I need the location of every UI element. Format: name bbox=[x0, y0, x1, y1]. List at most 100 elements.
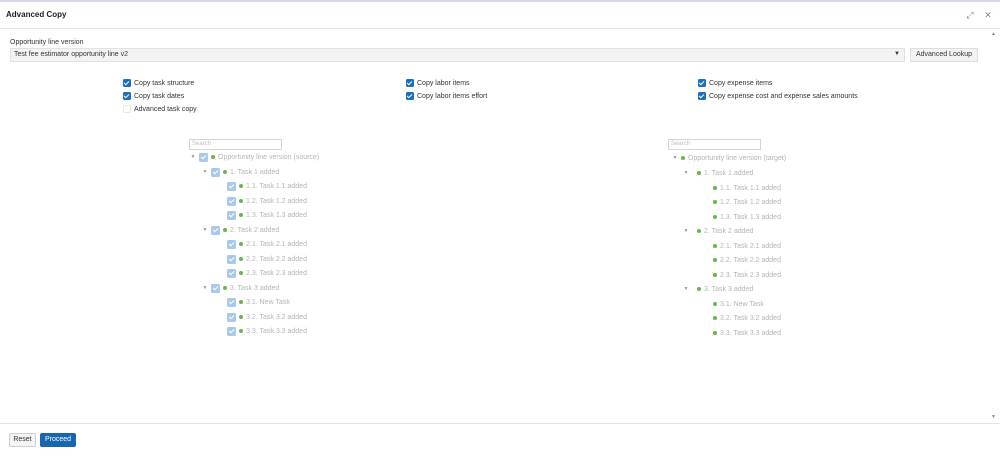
tree-checkbox[interactable] bbox=[211, 283, 220, 293]
source-search-input[interactable]: Search bbox=[189, 139, 282, 150]
scrollbar[interactable]: ▲ ▼ bbox=[989, 30, 998, 422]
status-dot-icon bbox=[713, 200, 717, 204]
caret-down-icon[interactable]: ▼ bbox=[894, 51, 900, 57]
status-dot-icon bbox=[211, 155, 215, 159]
status-dot-icon bbox=[239, 257, 243, 261]
tree-checkbox[interactable] bbox=[199, 152, 208, 162]
tree-checkbox[interactable] bbox=[211, 167, 220, 177]
dialog-header: Advanced Copy ⤢ ✕ bbox=[0, 2, 1000, 29]
tree-node-label: 3.2. Task 3.2 added bbox=[246, 313, 307, 321]
expand-toggle-icon[interactable]: ▼ bbox=[682, 286, 690, 292]
source-task-1-3[interactable]: 1.3. Task 1.3 added bbox=[227, 210, 307, 220]
source-task-2[interactable]: ▼ 2. Task 2 added bbox=[201, 225, 279, 235]
tree-checkbox[interactable] bbox=[227, 326, 236, 336]
copy-expense-amounts-label: Copy expense cost and expense sales amou… bbox=[709, 92, 858, 100]
status-dot-icon bbox=[697, 287, 701, 291]
tree-checkbox[interactable] bbox=[227, 268, 236, 278]
copy-task-dates-option[interactable]: Copy task dates bbox=[123, 92, 184, 100]
target-task-1-3: 1.3. Task 1.3 added bbox=[713, 212, 781, 222]
copy-expense-items-checkbox[interactable] bbox=[698, 79, 706, 87]
tree-node-label: 2. Task 2 added bbox=[704, 227, 754, 235]
tree-node-label: Opportunity line version (source) bbox=[218, 153, 320, 161]
tree-node-label: 2.3. Task 2.3 added bbox=[246, 269, 307, 277]
target-task-2[interactable]: ▼ 2. Task 2 added bbox=[682, 226, 754, 236]
reset-button[interactable]: Reset bbox=[9, 433, 36, 447]
target-search-input[interactable]: Search bbox=[668, 139, 761, 150]
target-task-1-1: 1.1. Task 1.1 added bbox=[713, 183, 781, 193]
tree-node-label: 1.1. Task 1.1 added bbox=[246, 182, 307, 190]
expand-toggle-icon[interactable]: ▼ bbox=[682, 170, 690, 176]
tree-checkbox[interactable] bbox=[227, 254, 236, 264]
status-dot-icon bbox=[713, 273, 717, 277]
advanced-task-copy-label: Advanced task copy bbox=[134, 105, 197, 113]
source-task-2-2[interactable]: 2.2. Task 2.2 added bbox=[227, 254, 307, 264]
tree-checkbox[interactable] bbox=[227, 297, 236, 307]
source-task-2-3[interactable]: 2.3. Task 2.3 added bbox=[227, 268, 307, 278]
tree-checkbox[interactable] bbox=[227, 181, 236, 191]
status-dot-icon bbox=[239, 242, 243, 246]
scroll-down-icon[interactable]: ▼ bbox=[989, 413, 998, 422]
tree-checkbox[interactable] bbox=[227, 239, 236, 249]
copy-task-structure-label: Copy task structure bbox=[134, 79, 195, 87]
target-task-3-2: 3.2. Task 3.2 added bbox=[713, 313, 781, 323]
copy-labor-items-option[interactable]: Copy labor items bbox=[406, 79, 470, 87]
copy-labor-items-effort-option[interactable]: Copy labor items effort bbox=[406, 92, 487, 100]
target-task-1-2: 1.2. Task 1.2 added bbox=[713, 197, 781, 207]
source-task-3-2[interactable]: 3.2. Task 3.2 added bbox=[227, 312, 307, 322]
copy-expense-amounts-checkbox[interactable] bbox=[698, 92, 706, 100]
status-dot-icon bbox=[713, 244, 717, 248]
expand-toggle-icon[interactable]: ▼ bbox=[201, 285, 209, 291]
source-task-1-1[interactable]: 1.1. Task 1.1 added bbox=[227, 181, 307, 191]
source-task-3-1[interactable]: 3.1. New Task bbox=[227, 297, 290, 307]
copy-labor-items-effort-checkbox[interactable] bbox=[406, 92, 414, 100]
expand-toggle-icon[interactable]: ▼ bbox=[201, 227, 209, 233]
expand-toggle-icon[interactable]: ▼ bbox=[682, 228, 690, 234]
target-task-3-1: 3.1. New Task bbox=[713, 299, 764, 309]
status-dot-icon bbox=[713, 258, 717, 262]
tree-checkbox[interactable] bbox=[211, 225, 220, 235]
source-task-3[interactable]: ▼ 3. Task 3 added bbox=[201, 283, 279, 293]
version-select[interactable]: Test fee estimator opportunity line v2 ▼ bbox=[10, 48, 905, 62]
status-dot-icon bbox=[239, 271, 243, 275]
expand-icon[interactable]: ⤢ bbox=[964, 9, 976, 21]
copy-expense-amounts-option[interactable]: Copy expense cost and expense sales amou… bbox=[698, 92, 858, 100]
close-icon[interactable]: ✕ bbox=[982, 9, 994, 21]
advanced-task-copy-checkbox[interactable] bbox=[123, 105, 131, 113]
tree-node-label: 1. Task 1 added bbox=[704, 169, 754, 177]
source-task-3-3[interactable]: 3.3. Task 3.3 added bbox=[227, 326, 307, 336]
status-dot-icon bbox=[713, 331, 717, 335]
copy-expense-items-label: Copy expense items bbox=[709, 79, 773, 87]
target-task-3[interactable]: ▼ 3. Task 3 added bbox=[682, 284, 754, 294]
copy-expense-items-option[interactable]: Copy expense items bbox=[698, 79, 772, 87]
version-field-label: Opportunity line version bbox=[10, 39, 84, 46]
source-task-1-2[interactable]: 1.2. Task 1.2 added bbox=[227, 196, 307, 206]
copy-labor-items-checkbox[interactable] bbox=[406, 79, 414, 87]
copy-task-structure-checkbox[interactable] bbox=[123, 79, 131, 87]
tree-node-label: 1. Task 1 added bbox=[230, 168, 280, 176]
expand-toggle-icon[interactable]: ▼ bbox=[189, 154, 197, 160]
version-select-value: Test fee estimator opportunity line v2 bbox=[14, 51, 129, 58]
tree-node-label: 3. Task 3 added bbox=[704, 285, 754, 293]
expand-toggle-icon[interactable]: ▼ bbox=[201, 169, 209, 175]
copy-labor-items-label: Copy labor items bbox=[417, 79, 470, 87]
tree-checkbox[interactable] bbox=[227, 196, 236, 206]
target-task-2-1: 2.1. Task 2.1 added bbox=[713, 241, 781, 251]
target-task-1[interactable]: ▼ 1. Task 1 added bbox=[682, 168, 754, 178]
tree-node-label: 2.2. Task 2.2 added bbox=[720, 256, 781, 264]
tree-checkbox[interactable] bbox=[227, 312, 236, 322]
target-tree-root[interactable]: ▼ Opportunity line version (target) bbox=[671, 153, 787, 163]
proceed-button[interactable]: Proceed bbox=[40, 433, 76, 447]
tree-node-label: 2.3. Task 2.3 added bbox=[720, 271, 781, 279]
expand-toggle-icon[interactable]: ▼ bbox=[671, 155, 679, 161]
advanced-task-copy-option[interactable]: Advanced task copy bbox=[123, 105, 197, 113]
copy-task-structure-option[interactable]: Copy task structure bbox=[123, 79, 194, 87]
source-task-1[interactable]: ▼ 1. Task 1 added bbox=[201, 167, 279, 177]
source-task-2-1[interactable]: 2.1. Task 2.1 added bbox=[227, 239, 307, 249]
status-dot-icon bbox=[713, 186, 717, 190]
scroll-up-icon[interactable]: ▲ bbox=[989, 30, 998, 39]
tree-checkbox[interactable] bbox=[227, 210, 236, 220]
copy-task-dates-checkbox[interactable] bbox=[123, 92, 131, 100]
source-tree-root[interactable]: ▼ Opportunity line version (source) bbox=[189, 152, 319, 162]
advanced-lookup-button[interactable]: Advanced Lookup bbox=[910, 48, 978, 62]
target-task-2-3: 2.3. Task 2.3 added bbox=[713, 270, 781, 280]
